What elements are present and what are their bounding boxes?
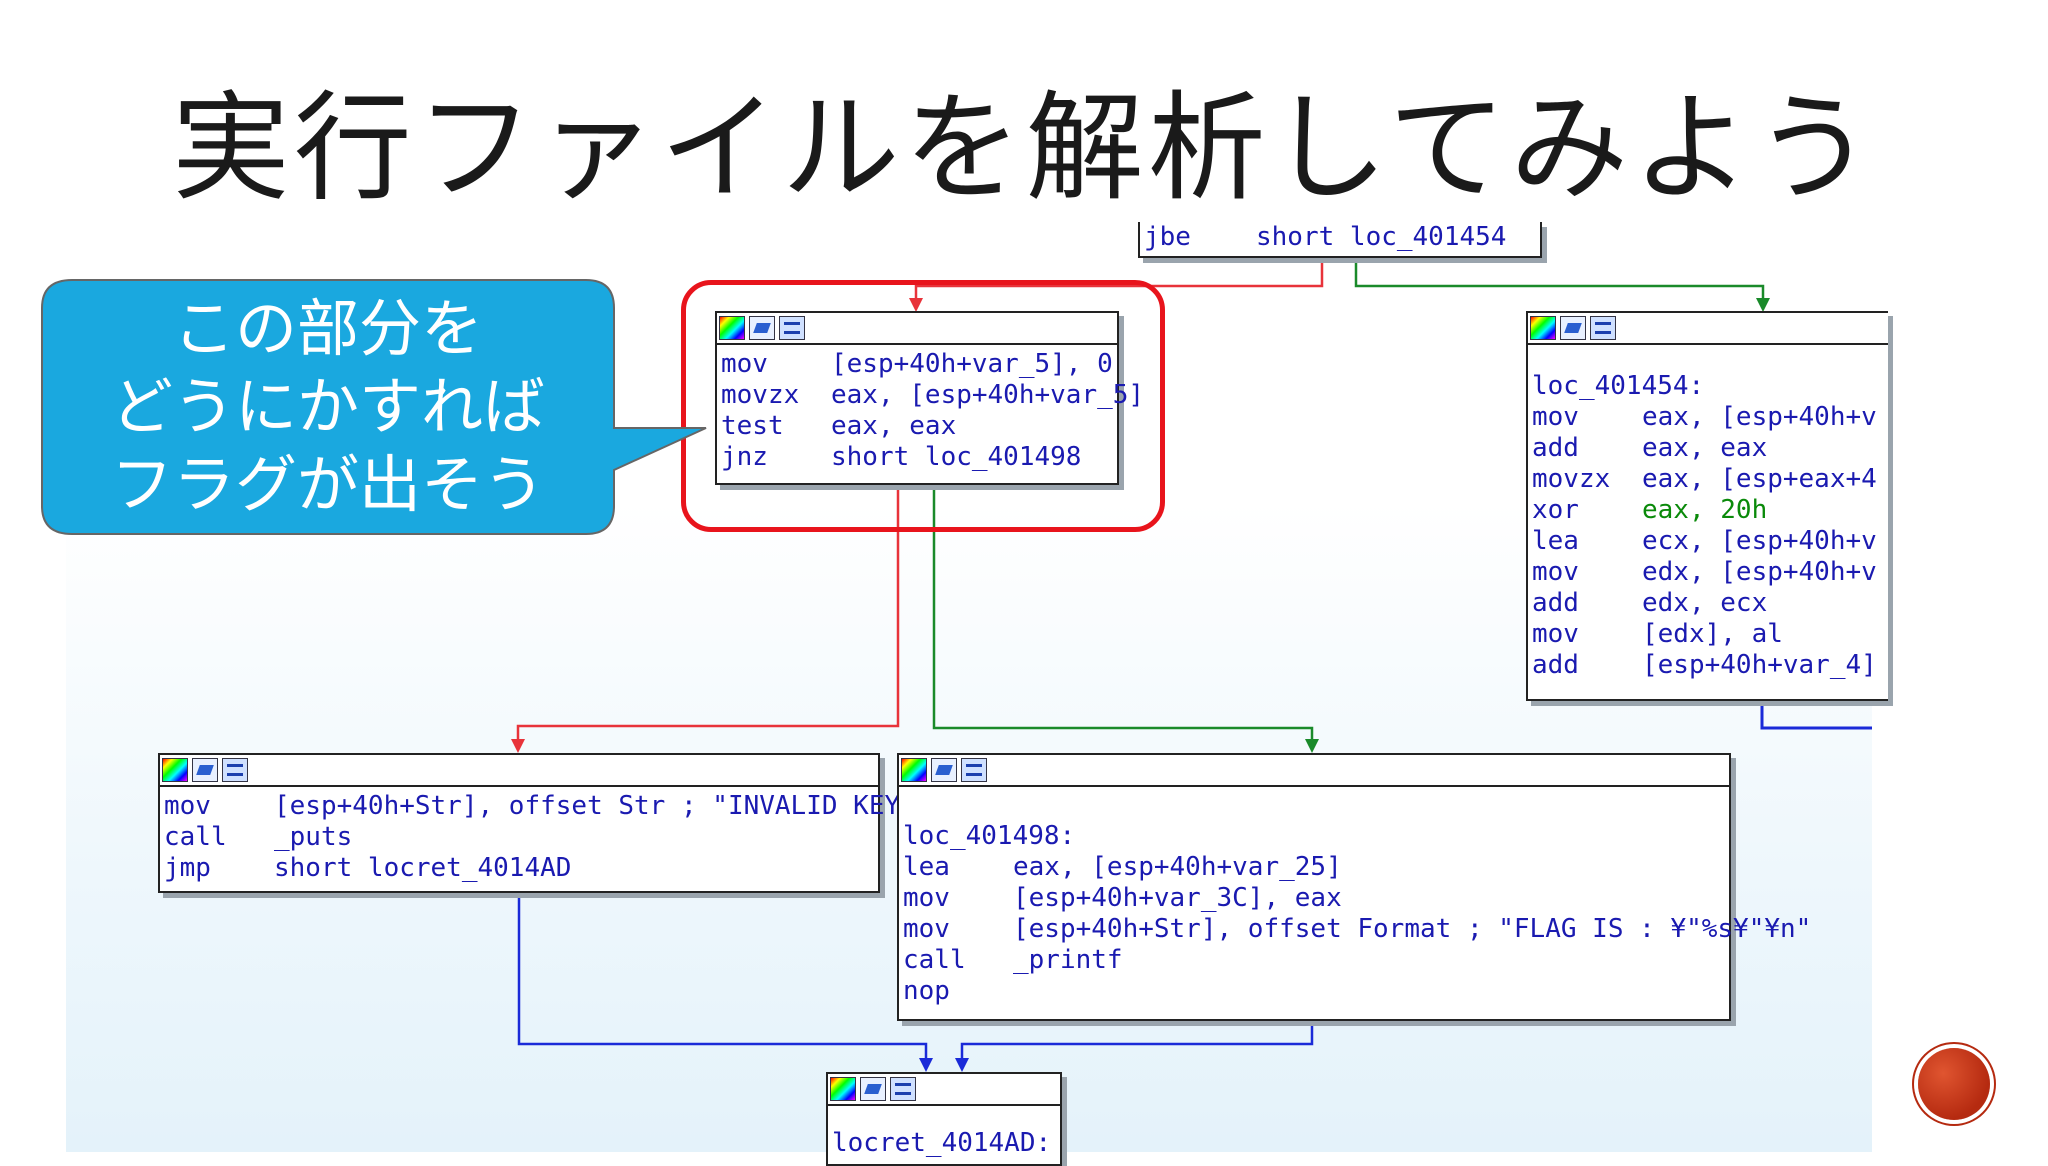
operand: _puts	[274, 822, 353, 852]
graph-icon[interactable]	[1590, 316, 1616, 340]
operand: [esp+40h+Str], offset Str ; "INVALID KEY…	[274, 791, 948, 821]
asm-line: call _puts	[164, 822, 874, 853]
edit-icon[interactable]	[860, 1077, 886, 1101]
asm-line: nop	[903, 976, 1725, 1007]
asm-line: add eax, eax	[1532, 433, 1872, 464]
slide-nav-button[interactable]	[1918, 1048, 1990, 1120]
jbe-block[interactable]: jbe short loc_401454	[1138, 222, 1542, 258]
operand: [esp+40h+var_3C], eax	[1013, 883, 1342, 913]
asm-line: call _printf	[903, 945, 1725, 976]
mnemonic: mov	[903, 883, 950, 913]
operand: [esp+40h+var_4],	[1642, 650, 1876, 680]
block-header	[899, 755, 1729, 787]
mnemonic: jbe	[1144, 222, 1191, 252]
palette-icon[interactable]	[901, 758, 927, 782]
mnemonic: xor	[1532, 495, 1579, 525]
block-label: locret_4014AD:	[832, 1128, 1052, 1158]
asm-line: mov [esp+40h+Str], offset Str ; "INVALID …	[164, 791, 947, 822]
mnemonic: add	[1532, 650, 1579, 680]
operand: short loc_401454	[1256, 222, 1507, 252]
mnemonic: call	[164, 822, 227, 852]
invalid-key-block[interactable]: mov [esp+40h+Str], offset Str ; "INVALID …	[158, 753, 947, 893]
loop-block[interactable]: loc_401454: mov eax, [esp+40h+va add eax, …	[1526, 311, 1888, 701]
block-label: loc_401454:	[1532, 371, 1705, 401]
palette-icon[interactable]	[162, 758, 188, 782]
edit-icon[interactable]	[192, 758, 218, 782]
asm-line: mov [esp+40h+var_3C], eax	[903, 883, 1725, 914]
operand: eax, [esp+eax+40h	[1642, 464, 1876, 494]
asm-line: jmp short locret_4014AD	[164, 853, 874, 884]
operand: eax, [esp+40h+var_25]	[1013, 852, 1342, 882]
mnemonic: add	[1532, 588, 1579, 618]
asm-line: add edx, ecx	[1532, 588, 1872, 619]
callout-line: どうにかすれば	[110, 370, 545, 443]
asm-line: mov edx, [esp+40h+va	[1532, 557, 1876, 588]
graph-icon[interactable]	[890, 1077, 916, 1101]
mnemonic: nop	[903, 976, 950, 1006]
mnemonic: mov	[164, 791, 211, 821]
palette-icon[interactable]	[830, 1077, 856, 1101]
operand: eax, eax	[1642, 433, 1768, 463]
operand: edx, ecx	[1642, 588, 1768, 618]
palette-icon[interactable]	[1530, 316, 1556, 340]
block-label: loc_401498:	[903, 821, 1076, 851]
operand: ecx, [esp+40h+va	[1642, 526, 1876, 556]
mnemonic: lea	[903, 852, 950, 882]
mnemonic: movzx	[1532, 464, 1611, 494]
asm-line: movzx eax, [esp+eax+40h	[1532, 464, 1876, 495]
mnemonic: mov	[1532, 402, 1579, 432]
highlight-frame	[681, 280, 1165, 532]
flag-block[interactable]: loc_401498: lea eax, [esp+40h+var_25] mov…	[897, 753, 1811, 1021]
callout-line: この部分を	[172, 292, 483, 365]
callout-line: フラグが出そう	[110, 448, 545, 521]
operand: short locret_4014AD	[274, 853, 572, 883]
operand: _printf	[1013, 945, 1123, 975]
mnemonic: jmp	[164, 853, 211, 883]
asm-line: mov eax, [esp+40h+va	[1532, 402, 1876, 433]
block-header	[828, 1074, 1060, 1106]
graph-icon[interactable]	[961, 758, 987, 782]
callout-text: この部分を どうにかすれば フラグが出そう	[42, 282, 614, 532]
operand: [edx], al	[1642, 619, 1783, 649]
asm-line: lea eax, [esp+40h+var_25]	[903, 852, 1725, 883]
graph-icon[interactable]	[222, 758, 248, 782]
operand: edx, [esp+40h+va	[1642, 557, 1876, 587]
edit-icon[interactable]	[931, 758, 957, 782]
block-header	[160, 755, 878, 787]
mnemonic: mov	[903, 914, 950, 944]
asm-line: lea ecx, [esp+40h+va	[1532, 526, 1876, 557]
mnemonic: mov	[1532, 619, 1579, 649]
asm-line: xor eax, 20h	[1532, 495, 1872, 526]
edit-icon[interactable]	[1560, 316, 1586, 340]
operand: eax, [esp+40h+va	[1642, 402, 1876, 432]
asm-line: mov [edx], al	[1532, 619, 1872, 650]
asm-line: add [esp+40h+var_4],	[1532, 650, 1876, 681]
operand: [esp+40h+Str], offset Format ; "FLAG IS …	[1013, 914, 1812, 944]
asm-line: mov [esp+40h+Str], offset Format ; "FLAG …	[903, 914, 1811, 945]
mnemonic: mov	[1532, 557, 1579, 587]
mnemonic: add	[1532, 433, 1579, 463]
mnemonic: call	[903, 945, 966, 975]
block-header	[1528, 313, 1888, 345]
mnemonic: lea	[1532, 526, 1579, 556]
slide-title: 実行ファイルを解析してみよう	[171, 79, 1877, 217]
operand: eax, 20h	[1642, 495, 1768, 525]
